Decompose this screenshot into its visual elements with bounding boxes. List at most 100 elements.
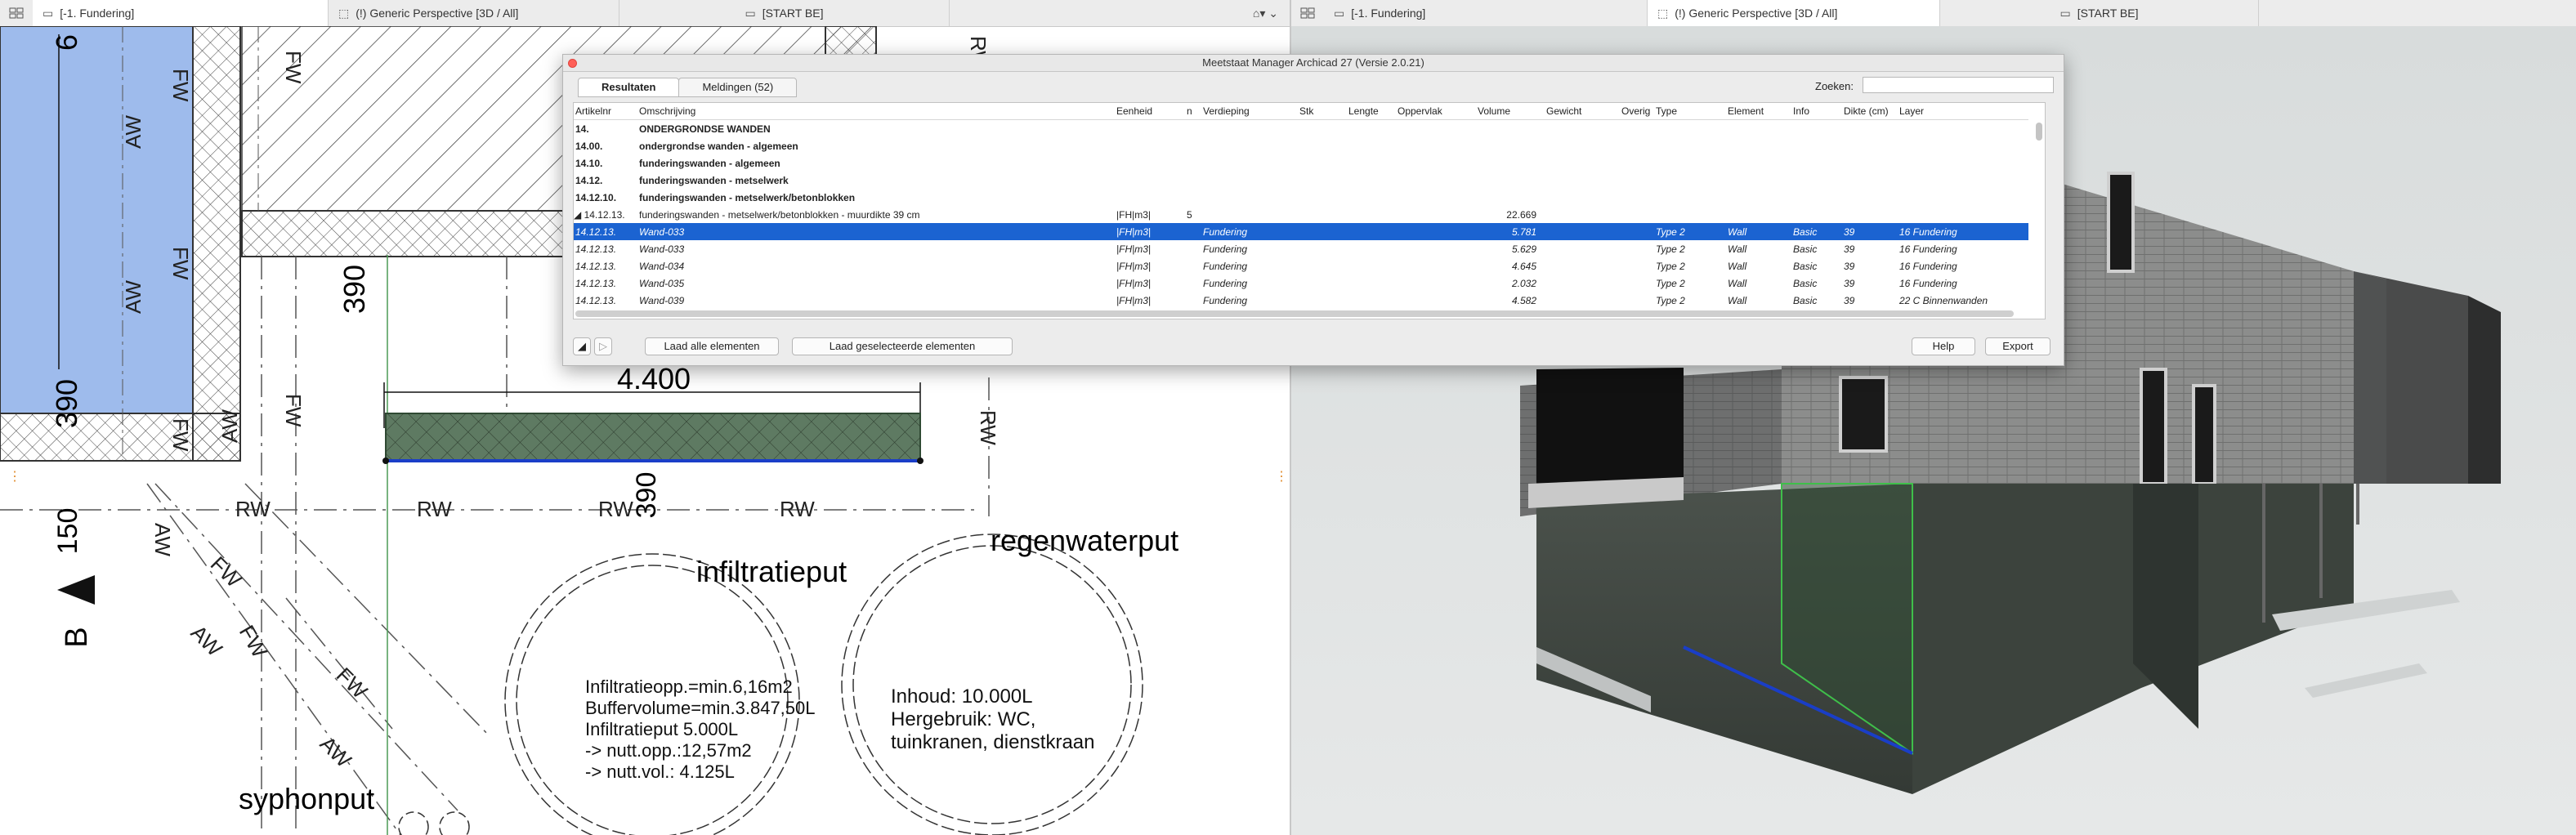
- table-cell: Wand-033: [637, 223, 1115, 240]
- left-edge-handle-icon[interactable]: ⋮: [8, 470, 21, 484]
- export-button[interactable]: Export: [1985, 337, 2051, 355]
- table-cell: [1298, 120, 1347, 138]
- regenwaterput-title: regenwaterput: [991, 524, 1178, 557]
- tab-overview-icon[interactable]: [0, 0, 33, 26]
- table-row[interactable]: 14.12.13. Wand-034 |FH|m3| Fundering 4.645 Ty…: [574, 257, 2028, 275]
- table-cell: [1396, 137, 1476, 154]
- table-cell: Type 2: [1656, 294, 1685, 306]
- table-cell: 16 Fundering: [1899, 260, 1957, 272]
- column-header[interactable]: Verdieping: [1201, 103, 1298, 120]
- table-cell: [1476, 172, 1545, 189]
- column-header[interactable]: Element: [1726, 103, 1791, 120]
- left-tab-perspective[interactable]: ⬚ (!) Generic Perspective [3D / All]: [329, 0, 619, 26]
- label-rw-4: RW: [780, 497, 815, 521]
- table-cell: [1726, 120, 1791, 138]
- column-header[interactable]: n: [1185, 103, 1201, 120]
- window-mid-2: [2192, 384, 2216, 485]
- column-header[interactable]: Eenheid: [1115, 103, 1185, 120]
- table-row[interactable]: 14.12.13. Wand-035 |FH|m3| Fundering 2.032 Ty…: [574, 275, 2028, 292]
- column-header[interactable]: Layer: [1898, 103, 2028, 120]
- table-cell: [1185, 240, 1201, 257]
- column-header[interactable]: Gewicht: [1545, 103, 1620, 120]
- section-marker-label: B: [60, 627, 94, 647]
- table-cell: 16 Fundering: [1899, 277, 1957, 289]
- table-cell: [1545, 240, 1620, 257]
- table-cell: 16 Fundering: [1899, 243, 1957, 255]
- table-row[interactable]: 14.10. funderingswanden - algemeen: [574, 154, 2028, 172]
- column-header[interactable]: Omschrijving: [637, 103, 1115, 120]
- tab-meldingen[interactable]: Meldingen (52): [678, 78, 798, 97]
- right-tab-perspective[interactable]: ⬚ (!) Generic Perspective [3D / All]: [1648, 0, 1940, 26]
- table-cell: [1347, 206, 1396, 223]
- svg-text:Infiltratieopp.=min.6,16m2: Infiltratieopp.=min.6,16m2: [585, 676, 793, 697]
- table-row[interactable]: 14.00. ondergrondse wanden - algemeen: [574, 137, 2028, 154]
- infiltratieput-title: infiltratieput: [696, 555, 847, 588]
- table-cell: [1396, 172, 1476, 189]
- table-cell: ondergrondse wanden - algemeen: [639, 140, 798, 152]
- load-selected-button[interactable]: Laad geselecteerde elementen: [792, 337, 1013, 355]
- left-tab-start-be[interactable]: ▭ [START BE]: [619, 0, 950, 26]
- table-row[interactable]: 14.12.13. Wand-033 |FH|m3| Fundering 5.781 Ty…: [574, 223, 2028, 240]
- tab-resultaten[interactable]: Resultaten: [578, 78, 680, 97]
- right-tab-start-be[interactable]: ▭ [START BE]: [1940, 0, 2259, 26]
- right-edge-handle-icon[interactable]: ⋮: [1275, 470, 1288, 484]
- table-horizontal-scrollbar[interactable]: [575, 310, 2030, 317]
- column-header[interactable]: Dikte (cm): [1842, 103, 1898, 120]
- table-row[interactable]: 14.12.13. Wand-039 |FH|m3| Fundering 4.582 Ty…: [574, 292, 2028, 309]
- table-cell: 14.12.10.: [575, 191, 617, 203]
- table-row[interactable]: 14. ONDERGRONDSE WANDEN: [574, 120, 2028, 138]
- table-cell: 22.669: [1506, 208, 1536, 221]
- table-cell: [1347, 154, 1396, 172]
- column-header[interactable]: Volume: [1476, 103, 1545, 120]
- table-cell: [1347, 240, 1396, 257]
- plan-blue-room: [0, 26, 194, 414]
- table-cell: 16 Fundering: [1898, 223, 2028, 240]
- table-cell: [1201, 189, 1298, 206]
- table-cell: 14.: [575, 123, 589, 135]
- right-tab-bar: ▭ [-1. Fundering] ⬚ (!) Generic Perspect…: [1291, 0, 2576, 27]
- results-table[interactable]: Artikelnr Omschrijving Eenheid n Verdieping S…: [573, 102, 2046, 319]
- table-cell: 14.12.13.: [575, 243, 617, 255]
- column-header[interactable]: Artikelnr: [574, 103, 637, 120]
- load-all-button[interactable]: Laad alle elementen: [645, 337, 779, 355]
- column-header[interactable]: Overig: [1620, 103, 1654, 120]
- table-cell: [1898, 189, 2028, 206]
- search-input[interactable]: [1863, 77, 2054, 93]
- svg-text:tuinkranen, dienstkraan: tuinkranen, dienstkraan: [891, 731, 1095, 753]
- table-cell: [1201, 120, 1298, 138]
- table-vertical-scrollbar[interactable]: [2035, 121, 2043, 317]
- left-tab-fundering[interactable]: ▭ [-1. Fundering]: [33, 0, 329, 26]
- collapse-triangle-icon[interactable]: ◢: [573, 337, 591, 355]
- column-header[interactable]: Lengte: [1347, 103, 1396, 120]
- left-view-tools-icon[interactable]: ⌂▾ ⌄: [1253, 7, 1290, 20]
- label-fw-5: FW: [281, 394, 306, 427]
- table-cell: [1620, 120, 1654, 138]
- table-cell: [1396, 223, 1476, 240]
- column-header[interactable]: Type: [1654, 103, 1726, 120]
- table-cell: [1476, 189, 1545, 206]
- label-aw-1: AW: [121, 280, 145, 314]
- table-cell: [1396, 120, 1476, 138]
- column-header[interactable]: Stk: [1298, 103, 1347, 120]
- svg-text:-> nutt.opp.:12,57m2: -> nutt.opp.:12,57m2: [585, 740, 752, 761]
- tab-overview-icon[interactable]: [1291, 0, 1324, 26]
- column-header[interactable]: Info: [1791, 103, 1842, 120]
- table-row[interactable]: ◢ 14.12.13. funderingswanden - metselwerk…: [574, 206, 2028, 223]
- table-cell: 14.12.13.: [574, 223, 637, 240]
- table-row[interactable]: 14.12.10. funderingswanden - metselwerk/b…: [574, 189, 2028, 206]
- table-cell: [1347, 292, 1396, 309]
- table-cell: [1726, 154, 1791, 172]
- help-button[interactable]: Help: [1912, 337, 1975, 355]
- column-header[interactable]: Oppervlak: [1396, 103, 1476, 120]
- table-cell: Type 2: [1656, 260, 1685, 272]
- table-cell: [1654, 120, 1726, 138]
- close-icon[interactable]: [568, 59, 577, 68]
- right-tab-fundering[interactable]: ▭ [-1. Fundering]: [1324, 0, 1648, 26]
- expand-triangle-icon[interactable]: ◢: [574, 209, 584, 221]
- table-cell: [1654, 154, 1726, 172]
- table-row[interactable]: 14.12.13. Wand-033 |FH|m3| Fundering 5.629 Ty…: [574, 240, 2028, 257]
- table-row[interactable]: 14.12. funderingswanden - metselwerk: [574, 172, 2028, 189]
- table-cell: Fundering: [1201, 223, 1298, 240]
- expand-triangle-icon[interactable]: ▷: [594, 337, 612, 355]
- table-cell: 14.00.: [575, 140, 603, 152]
